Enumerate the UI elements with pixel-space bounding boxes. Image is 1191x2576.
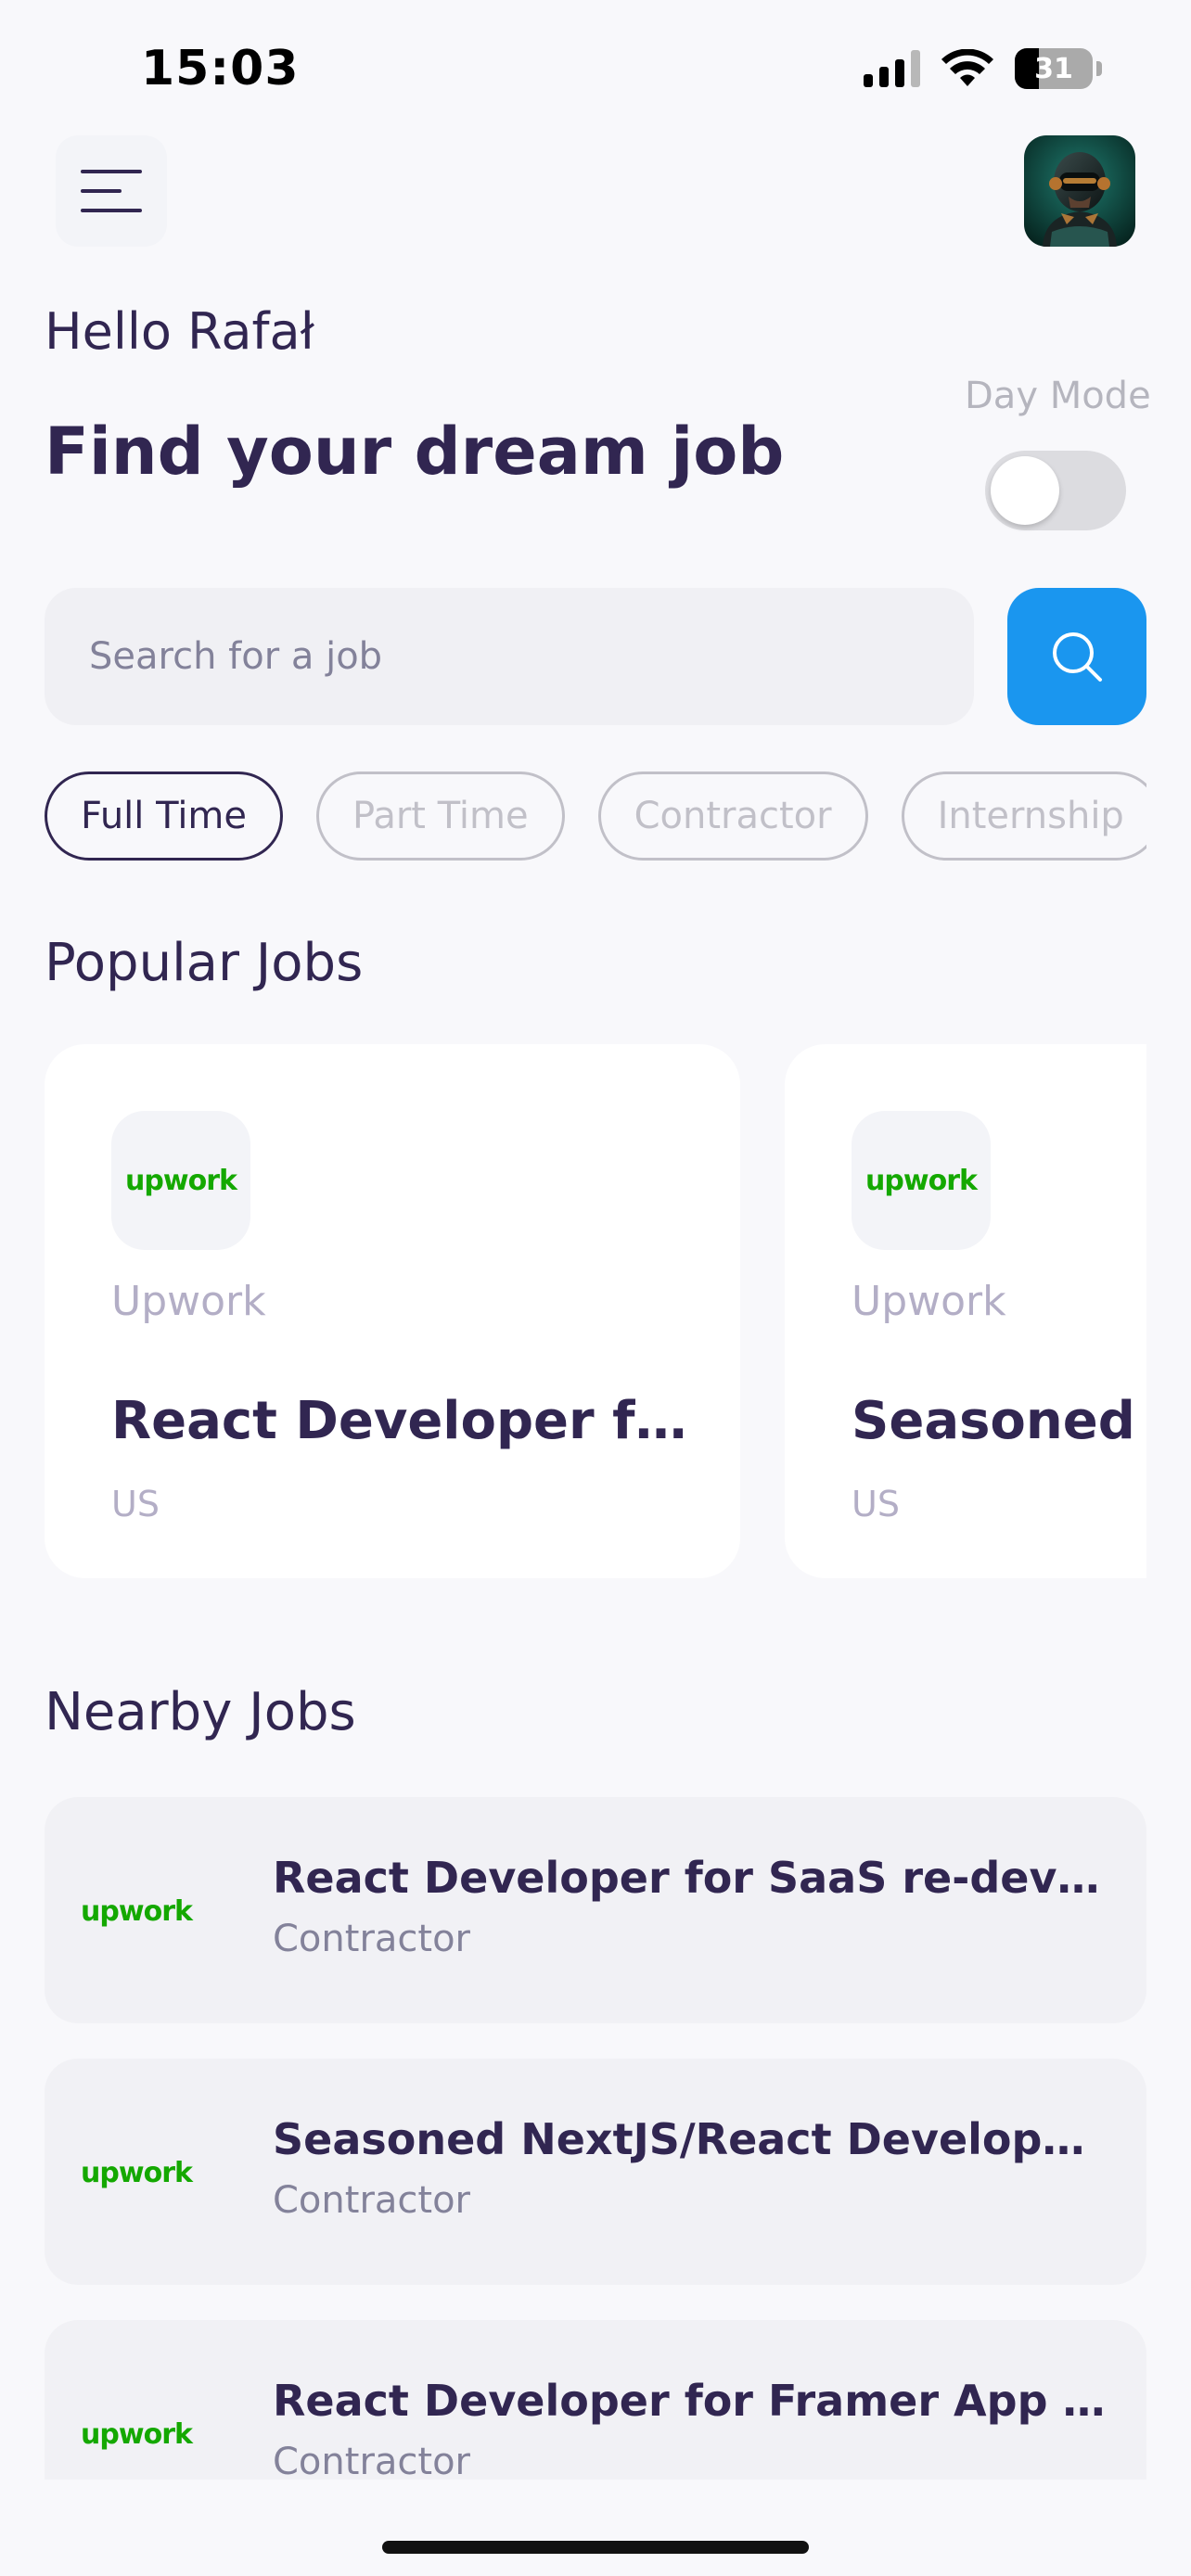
nearby-jobs-list: upwork React Developer for SaaS re-devel… — [45, 1797, 1146, 2480]
company-logo: upwork — [67, 1842, 206, 1981]
upwork-logo-icon: upwork — [81, 2417, 193, 2451]
greeting-text: Hello Rafał — [45, 302, 314, 361]
cellular-signal-icon — [864, 50, 920, 87]
page-title: Find your dream job — [45, 414, 785, 490]
robot-avatar-icon — [1024, 135, 1135, 247]
chip-full-time[interactable]: Full Time — [45, 772, 284, 861]
chip-internship[interactable]: Internship — [901, 772, 1146, 861]
battery-level: 31 — [1034, 52, 1073, 85]
screen: 15:03 31 Hello Rafał Find your dream job… — [0, 0, 1191, 2576]
day-mode-toggle[interactable] — [985, 451, 1126, 530]
status-time: 15:03 — [141, 41, 300, 96]
battery-icon: 31 — [1015, 48, 1093, 89]
home-indicator[interactable] — [382, 2541, 809, 2554]
upwork-logo-icon: upwork — [865, 1164, 978, 1197]
company-name: Upwork — [852, 1278, 1006, 1325]
job-type-filters: Full Time Part Time Contractor Internshi… — [45, 772, 1146, 864]
upwork-logo-icon: upwork — [125, 1164, 237, 1197]
job-title: Seasoned NextJS/React Developer — [852, 1391, 1146, 1451]
popular-jobs-carousel[interactable]: upwork Upwork React Developer for SaaS r… — [45, 1044, 1146, 1582]
popular-job-card[interactable]: upwork Upwork Seasoned NextJS/React Deve… — [785, 1044, 1146, 1578]
job-country: US — [111, 1484, 160, 1524]
company-logo: upwork — [111, 1111, 250, 1250]
job-type: Contractor — [273, 1918, 470, 1960]
chip-contractor[interactable]: Contractor — [597, 772, 868, 861]
upwork-logo-icon: upwork — [81, 2156, 193, 2189]
job-type: Contractor — [273, 2179, 470, 2222]
job-title: React Developer for Framer App - long te… — [273, 2376, 1108, 2426]
job-title: React Developer for SaaS re-development — [111, 1391, 696, 1451]
chip-part-time[interactable]: Part Time — [316, 772, 565, 861]
popular-jobs-heading: Popular Jobs — [45, 933, 364, 993]
battery-cap — [1096, 61, 1102, 76]
company-logo: upwork — [852, 1111, 991, 1250]
company-logo: upwork — [67, 2365, 206, 2480]
company-name: Upwork — [111, 1278, 266, 1325]
company-logo: upwork — [67, 2103, 206, 2242]
wifi-icon — [941, 49, 993, 86]
job-title: React Developer for SaaS re-development — [273, 1853, 1108, 1903]
search-input[interactable] — [45, 588, 974, 725]
popular-job-card[interactable]: upwork Upwork React Developer for SaaS r… — [45, 1044, 740, 1578]
nearby-job-card[interactable]: upwork React Developer for Framer App - … — [45, 2320, 1146, 2480]
nearby-jobs-heading: Nearby Jobs — [45, 1682, 356, 1742]
toggle-knob — [991, 456, 1059, 525]
job-title: Seasoned NextJS/React Developer for ongo… — [273, 2114, 1108, 2164]
day-mode-label: Day Mode — [965, 375, 1151, 417]
nearby-job-card[interactable]: upwork React Developer for SaaS re-devel… — [45, 1797, 1146, 2023]
menu-icon — [81, 170, 142, 212]
job-type: Contractor — [273, 2441, 470, 2480]
job-country: US — [852, 1484, 900, 1524]
upwork-logo-icon: upwork — [81, 1894, 193, 1928]
menu-button[interactable] — [56, 135, 167, 247]
search-button[interactable] — [1007, 588, 1146, 725]
status-icons: 31 — [864, 48, 1102, 89]
bottom-safe-area — [0, 2480, 1191, 2576]
nearby-job-card[interactable]: upwork Seasoned NextJS/React Developer f… — [45, 2059, 1146, 2285]
avatar[interactable] — [1024, 135, 1135, 247]
search-icon — [1053, 632, 1102, 682]
